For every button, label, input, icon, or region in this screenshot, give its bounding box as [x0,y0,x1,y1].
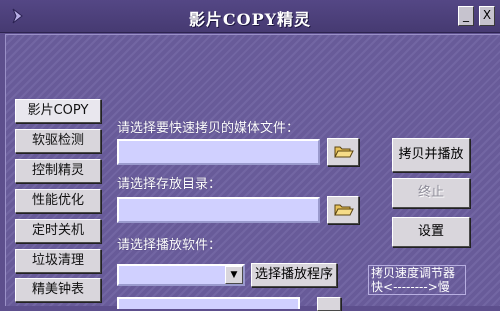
save-dir-input[interactable] [117,197,320,223]
nav-item-clock[interactable]: 精美钟表 [15,278,101,302]
partial-browse-button[interactable] [317,297,341,311]
browse-media-button[interactable] [327,138,359,166]
folder-open-icon [334,146,354,158]
nav-item-drive-check[interactable]: 软驱检测 [15,129,101,153]
minimize-button[interactable]: _ [458,6,474,26]
media-file-input[interactable] [117,139,320,165]
media-file-label: 请选择要快速拷贝的媒体文件： [117,121,300,136]
chevron-down-icon[interactable]: ▼ [225,266,243,284]
close-button[interactable]: X [479,6,495,26]
sidebar-nav: 影片COPY 软驱检测 控制精灵 性能优化 定时关机 垃圾清理 精美钟表 [6,35,110,307]
nav-item-control-wizard[interactable]: 控制精灵 [15,159,101,183]
speed-fast-label: 快 [371,280,384,294]
speed-scale: 快<-------->慢 [371,280,463,294]
save-dir-label: 请选择存放目录： [117,177,222,192]
copy-and-play-button[interactable]: 拷贝并播放 [392,138,470,172]
player-label: 请选择播放软件： [117,238,222,253]
nav-item-junk-cleanup[interactable]: 垃圾清理 [15,249,101,273]
choose-player-button[interactable]: 选择播放程序 [251,263,337,287]
player-select[interactable]: ▼ [117,264,245,286]
nav-item-timed-shutdown[interactable]: 定时关机 [15,219,101,243]
speed-arrows: <--------> [383,280,438,294]
nav-item-movie-copy[interactable]: 影片COPY [15,99,101,123]
folder-open-icon [334,204,354,216]
window-title: 影片COPY精灵 [188,10,312,29]
nav-item-performance[interactable]: 性能优化 [15,189,101,213]
speed-slow-label: 慢 [437,280,450,294]
speed-regulator-title: 拷贝速度调节器 [371,266,456,280]
title-bar: 影片COPY精灵 _ X [0,0,500,33]
browse-dir-button[interactable] [327,196,359,224]
settings-button[interactable]: 设置 [392,217,470,247]
speed-regulator[interactable]: 拷贝速度调节器 快<-------->慢 [368,265,466,295]
stop-button[interactable]: 终止 [392,178,470,208]
partial-input-field[interactable] [117,297,300,309]
